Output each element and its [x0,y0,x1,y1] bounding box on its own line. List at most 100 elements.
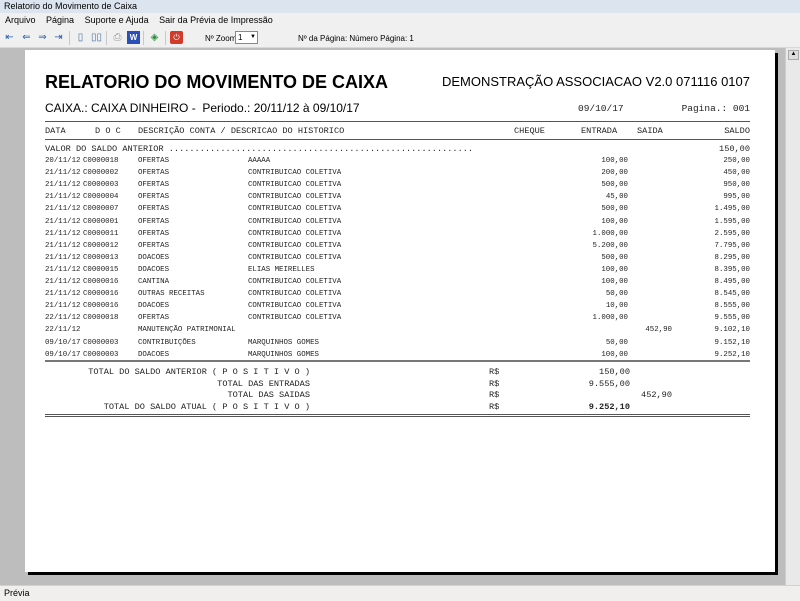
cell-conta: OFERTAS [138,314,170,323]
cell-entrada: 100,00 [601,217,628,226]
cell-saldo: 1.595,00 [714,217,750,226]
cell-saldo: 250,00 [723,157,750,165]
currency: R$ [489,401,500,412]
next-page-icon[interactable]: ⇒ [36,31,49,44]
cell-entrada: 100,00 [601,278,628,286]
cell-data: 21/11/12 [45,217,81,226]
status-bar: Prévia [0,585,800,600]
word-export-icon[interactable]: W [127,31,140,44]
cell-hist: CONTRIBUICAO COLETIVA [248,253,342,262]
report-page: RELATORIO DO MOVIMENTO DE CAIXA DEMONSTR… [25,50,775,572]
cell-data: 21/11/12 [45,241,81,250]
divider [45,414,750,415]
header-cheque: CHEQUE [514,126,545,136]
cell-conta: OUTRAS RECEITAS [138,290,205,299]
page-number: Pagina.: 001 [681,103,750,114]
single-page-icon[interactable]: ▯ [74,31,87,44]
cell-saldo: 950,00 [723,181,750,190]
cell-doc: C0000013 [83,253,119,262]
cell-hist: CONTRIBUICAO COLETIVA [248,193,342,202]
cell-data: 22/11/12 [45,326,81,335]
cell-entrada: 1.000,00 [592,229,628,238]
header-data: DATA [45,126,66,136]
report-subtitle: CAIXA.: CAIXA DINHEIRO - Periodo.: 20/11… [45,101,360,115]
cell-conta: DOACOES [138,302,170,311]
cell-hist: ELIAS MEIRELLES [248,265,315,274]
cell-doc: C0000012 [83,241,119,250]
cell-entrada: 50,00 [605,338,628,347]
cell-doc: C0000002 [83,169,119,178]
export-icon[interactable]: ◈ [148,31,161,44]
page-info: Nº da Página: Número Página: 1 [298,34,414,43]
cell-data: 21/11/12 [45,229,81,238]
cell-conta: CONTRIBUIÇÕES [138,338,196,347]
cell-conta: OFERTAS [138,241,170,250]
opening-balance-label: VALOR DO SALDO ANTERIOR ................… [45,144,474,154]
cell-entrada: 5.200,00 [592,241,628,250]
cell-hist: MARQUINHOS GOMES [248,338,319,347]
cell-doc: C0000007 [83,205,119,214]
cell-doc: C0000016 [83,278,119,286]
zoom-select[interactable]: 1 ▼ [235,31,258,44]
close-preview-icon[interactable]: ⏻ [170,31,183,44]
cell-doc: C0000018 [83,157,119,165]
cell-doc: C0000018 [83,314,119,323]
scroll-up-icon[interactable]: ▲ [788,50,799,60]
menu-pagina[interactable]: Página [46,15,74,25]
cell-hist: CONTRIBUICAO COLETIVA [248,302,342,311]
cell-hist: CONTRIBUICAO COLETIVA [248,290,342,299]
cell-saldo: 450,00 [723,169,750,178]
header-doc: D O C [95,126,121,136]
cell-entrada: 500,00 [601,253,628,262]
cell-data: 21/11/12 [45,302,81,311]
first-page-icon[interactable]: ⇤ [3,31,16,44]
divider [45,416,750,417]
divider [45,139,750,140]
cell-doc: C0000004 [83,193,119,202]
cell-hist: CONTRIBUICAO COLETIVA [248,217,342,226]
cell-conta: DOACOES [138,253,170,262]
print-icon[interactable]: ⎙ [111,31,124,44]
cell-entrada: 500,00 [601,181,628,190]
menu-bar: Arquivo Página Suporte e Ajuda Sair da P… [0,13,800,28]
cell-saldo: 9.102,10 [714,326,750,335]
vertical-scrollbar[interactable]: ▲ [785,48,800,585]
cell-hist: CONTRIBUICAO COLETIVA [248,241,342,250]
two-pages-icon[interactable]: ▯▯ [90,31,103,44]
menu-suporte[interactable]: Suporte e Ajuda [85,15,149,25]
cell-hist: CONTRIBUICAO COLETIVA [248,229,342,238]
menu-arquivo[interactable]: Arquivo [5,15,36,25]
cell-saldo: 9.152,10 [714,338,750,347]
cell-conta: OFERTAS [138,217,170,226]
cell-conta: OFERTAS [138,157,170,165]
company-name: DEMONSTRAÇÃO ASSOCIACAO V2.0 071116 0107 [441,74,750,89]
zoom-label: Nº Zoom [205,34,237,43]
cell-doc: C0000003 [83,181,119,190]
last-page-icon[interactable]: ⇥ [52,31,65,44]
cell-doc: C0000016 [83,290,119,299]
cell-data: 21/11/12 [45,265,81,274]
toolbar: ⇤ ⇐ ⇒ ⇥ ▯ ▯▯ ⎙ W ◈ ⏻ Nº Zoom 1 ▼ Nº da Pá… [0,28,800,48]
total-entrada: 150,00 [599,367,630,377]
cell-conta: CANTINA [138,278,170,286]
cell-saldo: 8.495,00 [714,278,750,286]
cell-saldo: 8.295,00 [714,253,750,262]
divider [45,360,750,362]
total-label: TOTAL DO SALDO ANTERIOR ( P O S I T I V … [88,367,310,377]
cell-conta: OFERTAS [138,181,170,190]
separator [106,31,107,45]
total-label: TOTAL DO SALDO ATUAL ( P O S I T I V O ) [103,401,310,412]
cell-conta: DOACOES [138,265,170,274]
cell-entrada: 1.000,00 [592,314,628,323]
prev-page-icon[interactable]: ⇐ [20,31,33,44]
cell-doc: C0000015 [83,265,119,274]
cell-conta: OFERTAS [138,229,170,238]
menu-sair-previa[interactable]: Sair da Prévia de Impressão [159,15,273,25]
cell-entrada: 45,00 [605,193,628,202]
cell-doc: C0000003 [83,338,119,347]
cell-hist: CONTRIBUICAO COLETIVA [248,314,342,323]
cell-saldo: 2.595,00 [714,229,750,238]
cell-data: 21/11/12 [45,181,81,190]
cell-data: 21/11/12 [45,169,81,178]
cell-conta: OFERTAS [138,169,170,178]
